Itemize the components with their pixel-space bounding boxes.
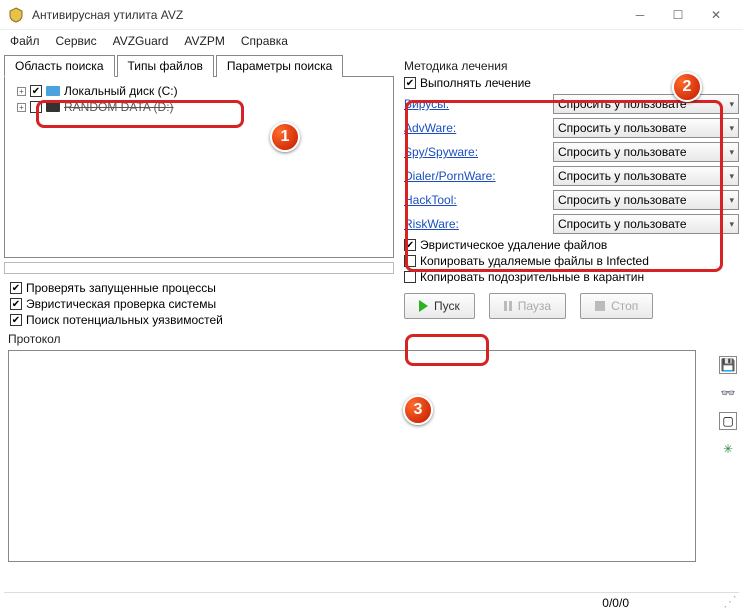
maximize-button[interactable]: ☐ [659, 1, 697, 29]
pause-button-label: Пауза [518, 299, 551, 313]
checkbox-icon[interactable]: ✔ [10, 282, 22, 294]
play-icon [419, 300, 428, 312]
protocol-label: Протокол [0, 330, 743, 348]
resize-grip-icon[interactable]: ⋰ [723, 593, 737, 610]
protocol-textarea[interactable] [8, 350, 696, 562]
save-icon[interactable]: 💾 [719, 356, 737, 374]
chevron-down-icon: ▾ [729, 171, 734, 182]
select-advware[interactable]: Спросить у пользовате ▾ [553, 118, 739, 138]
status-counters: 0/0/0 [602, 596, 629, 610]
drive-icon [46, 86, 60, 96]
stop-icon [595, 301, 605, 311]
checkbox-icon[interactable] [404, 255, 416, 267]
link-riskware[interactable]: RiskWare: [404, 217, 459, 231]
check-vuln-search[interactable]: ✔ Поиск потенциальных уязвимостей [10, 312, 388, 328]
checkbox-icon[interactable]: ✔ [404, 77, 416, 89]
check-label: Эвристическое удаление файлов [420, 238, 607, 252]
menu-avzpm[interactable]: AVZPM [184, 34, 224, 48]
close-button[interactable]: ✕ [697, 1, 735, 29]
drive-c-label: Локальный диск (C:) [64, 84, 178, 98]
check-copy-quarantine[interactable]: Копировать подозрительные в карантин [404, 269, 739, 285]
select-value: Спросить у пользовате [558, 97, 687, 111]
check-label: Копировать подозрительные в карантин [420, 270, 644, 284]
select-value: Спросить у пользовате [558, 193, 687, 207]
title-bar: Антивирусная утилита AVZ ─ ☐ ✕ [0, 0, 743, 30]
tree-row-drive-d[interactable]: + RANDOM DATA (D:) [17, 99, 387, 115]
select-value: Спросить у пользовате [558, 145, 687, 159]
clear-log-icon[interactable]: ▢ [719, 412, 737, 430]
minimize-button[interactable]: ─ [621, 1, 659, 29]
glasses-icon[interactable]: 👓 [719, 384, 737, 402]
chevron-down-icon: ▾ [729, 219, 734, 230]
drive-d-label: RANDOM DATA (D:) [64, 100, 174, 114]
link-advware[interactable]: AdvWare: [404, 121, 456, 135]
checkbox-icon[interactable]: ✔ [10, 298, 22, 310]
tab-file-types[interactable]: Типы файлов [117, 55, 214, 77]
app-icon [8, 7, 24, 23]
select-viruses[interactable]: Спросить у пользовате ▾ [553, 94, 739, 114]
checkbox-icon[interactable] [404, 271, 416, 283]
select-value: Спросить у пользовате [558, 169, 687, 183]
drive-icon [46, 102, 60, 112]
link-hacktool[interactable]: HackTool: [404, 193, 457, 207]
chevron-down-icon: ▾ [729, 99, 734, 110]
stop-button-label: Стоп [611, 299, 638, 313]
start-button[interactable]: Пуск [404, 293, 475, 319]
link-spyware[interactable]: Spy/Spyware: [404, 145, 478, 159]
menu-bar: Файл Сервис AVZGuard AVZPM Справка [0, 30, 743, 52]
drive-c-checkbox[interactable]: ✔ [30, 85, 42, 97]
select-riskware[interactable]: Спросить у пользовате ▾ [553, 214, 739, 234]
annotation-badge-3: 3 [403, 395, 433, 425]
drive-tree-panel: + ✔ Локальный диск (C:) + RANDOM DATA (D… [4, 76, 394, 258]
menu-avzguard[interactable]: AVZGuard [113, 34, 169, 48]
chevron-down-icon: ▾ [729, 147, 734, 158]
link-viruses[interactable]: Вирусы: [404, 97, 449, 111]
tree-row-drive-c[interactable]: + ✔ Локальный диск (C:) [17, 83, 387, 99]
status-bar: 0/0/0 ⋰ [4, 592, 739, 612]
check-copy-infected[interactable]: Копировать удаляемые файлы в Infected [404, 253, 739, 269]
chevron-down-icon: ▾ [729, 195, 734, 206]
tab-scan-area[interactable]: Область поиска [4, 55, 115, 77]
bug-icon[interactable]: ✳ [719, 440, 737, 458]
menu-file[interactable]: Файл [10, 34, 40, 48]
check-label: Выполнять лечение [420, 76, 531, 90]
menu-service[interactable]: Сервис [56, 34, 97, 48]
checkbox-icon[interactable]: ✔ [404, 239, 416, 251]
tree-expand-icon[interactable]: + [17, 103, 26, 112]
select-value: Спросить у пользовате [558, 217, 687, 231]
start-button-label: Пуск [434, 299, 460, 313]
check-heur-delete[interactable]: ✔ Эвристическое удаление файлов [404, 237, 739, 253]
check-label: Копировать удаляемые файлы в Infected [420, 254, 649, 268]
check-label: Эвристическая проверка системы [26, 297, 216, 311]
select-spyware[interactable]: Спросить у пользовате ▾ [553, 142, 739, 162]
drive-d-checkbox[interactable] [30, 101, 42, 113]
menu-help[interactable]: Справка [241, 34, 288, 48]
check-label: Поиск потенциальных уязвимостей [26, 313, 223, 327]
window-title: Антивирусная утилита AVZ [32, 8, 621, 22]
pause-button[interactable]: Пауза [489, 293, 566, 319]
check-heuristic-system[interactable]: ✔ Эвристическая проверка системы [10, 296, 388, 312]
select-hacktool[interactable]: Спросить у пользовате ▾ [553, 190, 739, 210]
tree-expand-icon[interactable]: + [17, 87, 26, 96]
check-label: Проверять запущенные процессы [26, 281, 216, 295]
progress-bar-placeholder [4, 262, 394, 274]
select-value: Спросить у пользовате [558, 121, 687, 135]
select-dialer[interactable]: Спросить у пользовате ▾ [553, 166, 739, 186]
stop-button[interactable]: Стоп [580, 293, 653, 319]
tabs-left: Область поиска Типы файлов Параметры пои… [4, 54, 394, 76]
checkbox-icon[interactable]: ✔ [10, 314, 22, 326]
annotation-badge-2: 2 [672, 72, 702, 102]
tab-search-params[interactable]: Параметры поиска [216, 55, 343, 77]
chevron-down-icon: ▾ [729, 123, 734, 134]
pause-icon [504, 301, 512, 311]
link-dialer[interactable]: Dialer/PornWare: [404, 169, 496, 183]
check-running-processes[interactable]: ✔ Проверять запущенные процессы [10, 280, 388, 296]
annotation-badge-1: 1 [270, 122, 300, 152]
